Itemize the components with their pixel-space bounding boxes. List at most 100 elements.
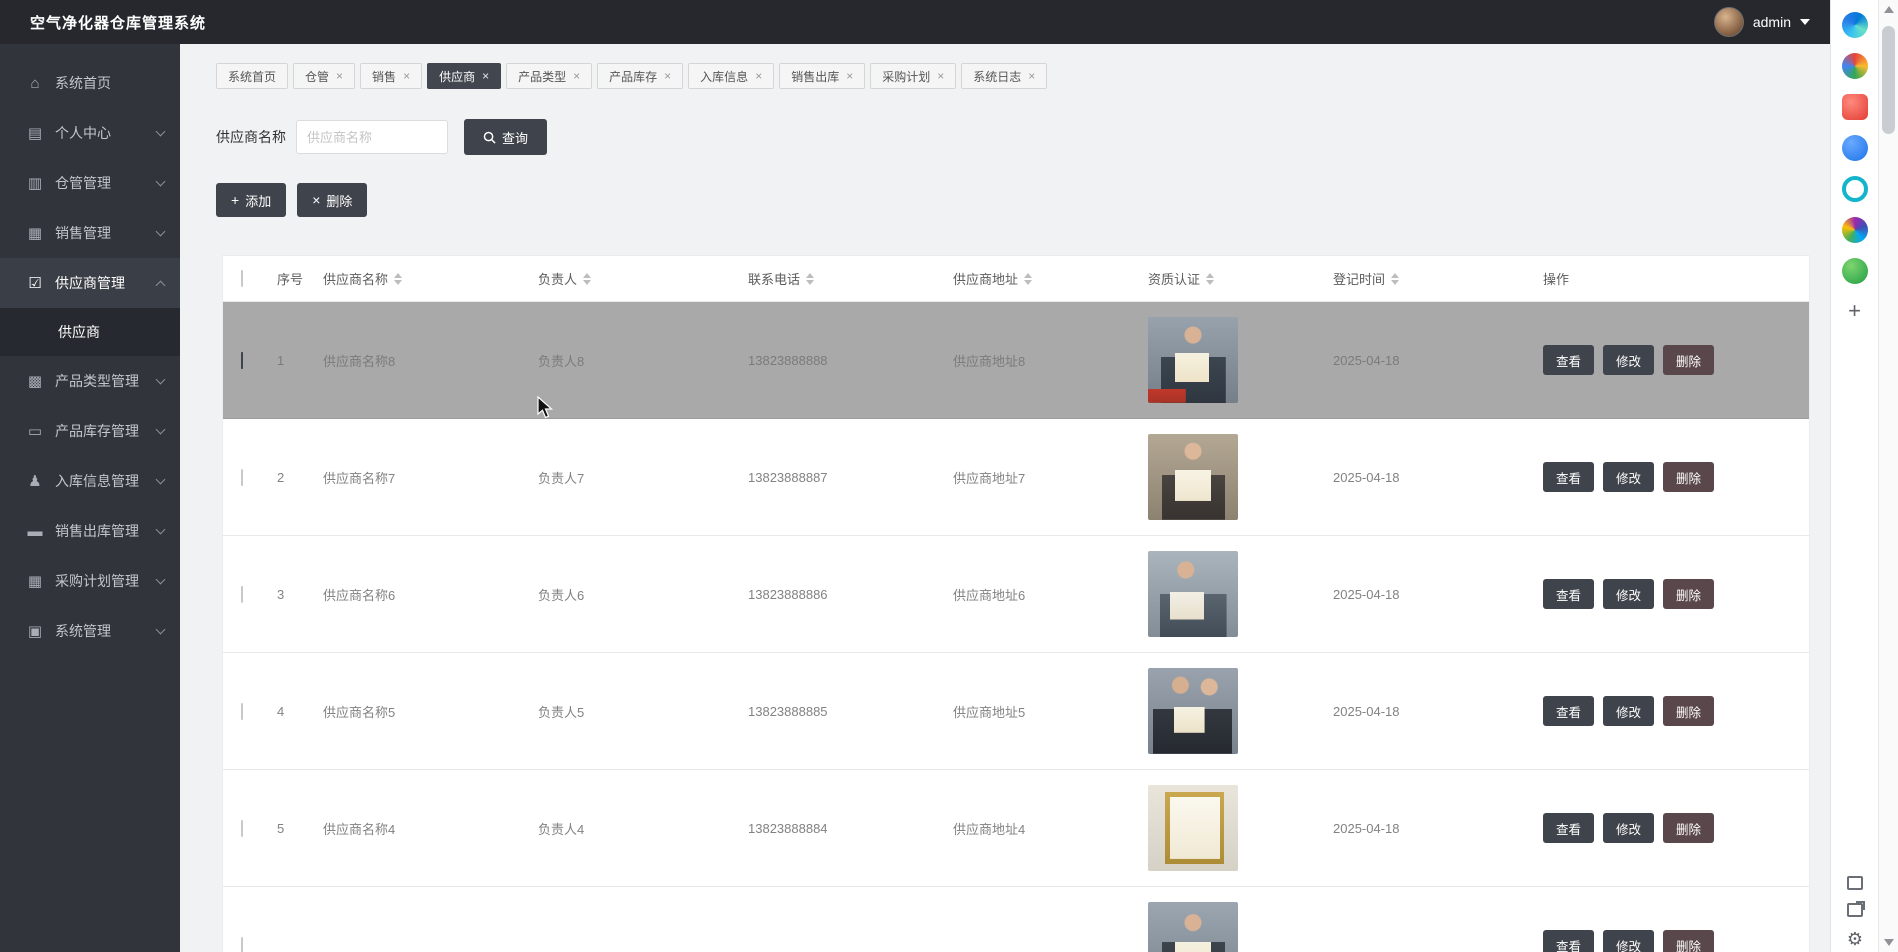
certificate-photo[interactable] [1148,902,1238,952]
tab-home[interactable]: 系统首页 [216,63,289,89]
sidebar-item-inbound-info[interactable]: ♟ 入库信息管理 [0,456,180,506]
tab-product-type[interactable]: 产品类型 × [506,63,593,89]
scrollbar-thumb[interactable] [1882,26,1895,134]
column-header-certificate[interactable]: 资质认证 [1146,269,1331,288]
close-icon[interactable]: × [482,70,489,82]
certificate-photo[interactable] [1148,785,1238,871]
open-external-icon[interactable] [1847,901,1865,917]
certificate-photo[interactable] [1148,668,1238,754]
row-delete-button[interactable]: 删除 [1663,462,1715,492]
browser-app-icon[interactable] [1841,94,1868,120]
supplier-name: 供应商名称7 [323,470,396,486]
edit-button[interactable]: 修改 [1603,696,1655,726]
delete-button[interactable]: × 删除 [297,183,368,217]
sidebar-item-product-stock[interactable]: ▭ 产品库存管理 [0,406,180,456]
table-row: 3 供应商名称6 负责人6 13823888886 供应商地址6 2025-04… [223,536,1809,653]
sidebar-item-supplier-management[interactable]: ☑ 供应商管理 [0,258,180,308]
sidebar-item-sales-outbound[interactable]: ▬ 销售出库管理 [0,506,180,556]
sidebar-item-home[interactable]: ⌂ 系统首页 [0,58,180,108]
tab-system-log[interactable]: 系统日志 × [961,63,1048,89]
certificate-photo[interactable] [1148,317,1238,403]
view-button[interactable]: 查看 [1543,696,1595,726]
toolbar: + 添加 × 删除 [216,183,1830,217]
search-form: 供应商名称 查询 [216,119,1830,155]
username: admin [1752,14,1791,30]
sidebar-subitem-supplier[interactable]: 供应商 [0,308,180,356]
certificate-photo[interactable] [1148,551,1238,637]
browser-app-icon[interactable] [1841,258,1868,284]
view-button[interactable]: 查看 [1543,579,1595,609]
chevron-down-icon [155,424,166,435]
close-icon[interactable]: × [336,70,343,82]
view-button[interactable]: 查看 [1543,345,1595,375]
browser-app-icon[interactable] [1841,176,1868,202]
row-checkbox[interactable] [241,468,243,486]
settings-gear-icon[interactable]: ⚙ [1847,930,1863,948]
window-icon[interactable] [1847,876,1863,890]
tab-product-stock[interactable]: 产品库存 × [597,63,684,89]
sidebar-item-product-type[interactable]: ▩ 产品类型管理 [0,356,180,406]
view-button[interactable]: 查看 [1543,930,1595,952]
tab-sales[interactable]: 销售 × [360,63,423,89]
row-checkbox[interactable] [241,819,243,837]
sidebar-item-warehouse[interactable]: ▥ 仓管管理 [0,158,180,208]
sidebar-item-purchase-plan[interactable]: ▦ 采购计划管理 [0,556,180,606]
close-icon[interactable]: × [846,70,853,82]
edit-button[interactable]: 修改 [1603,462,1655,492]
close-icon[interactable]: × [1028,70,1035,82]
close-icon[interactable]: × [664,70,671,82]
supplier-name: 供应商名称5 [323,704,396,720]
scrollbar[interactable] [1878,0,1898,952]
browser-app-icon[interactable] [1841,135,1868,161]
close-icon[interactable]: × [937,70,944,82]
column-header-phone[interactable]: 联系电话 [746,269,951,288]
user-menu[interactable]: admin [1713,7,1810,37]
manager: 负责人5 [538,704,585,720]
column-header-date[interactable]: 登记时间 [1331,269,1541,288]
row-delete-button[interactable]: 删除 [1663,345,1715,375]
row-checkbox[interactable] [241,702,243,720]
sidebar-item-sales[interactable]: ▦ 销售管理 [0,208,180,258]
browser-app-icon[interactable] [1841,217,1868,243]
column-header-address[interactable]: 供应商地址 [951,269,1146,288]
edit-button[interactable]: 修改 [1603,345,1655,375]
row-checkbox[interactable] [241,351,243,369]
row-delete-button[interactable]: 删除 [1663,696,1715,726]
phone: 13823888884 [748,820,828,836]
row-delete-button[interactable]: 删除 [1663,579,1715,609]
tab-warehouse[interactable]: 仓管 × [293,63,356,89]
sidebar-item-profile[interactable]: ▤ 个人中心 [0,108,180,158]
sidebar-item-system[interactable]: ▣ 系统管理 [0,606,180,656]
browser-app-icon[interactable] [1841,12,1868,38]
close-icon[interactable]: × [403,70,410,82]
search-input[interactable] [296,120,448,154]
edit-button[interactable]: 修改 [1603,579,1655,609]
tab-inbound-info[interactable]: 入库信息 × [688,63,775,89]
view-button[interactable]: 查看 [1543,813,1595,843]
row-checkbox[interactable] [241,936,243,952]
edit-button[interactable]: 修改 [1603,930,1655,952]
close-icon[interactable]: × [573,70,580,82]
row-delete-button[interactable]: 删除 [1663,813,1715,843]
row-checkbox[interactable] [241,585,243,603]
row-delete-button[interactable]: 删除 [1663,930,1715,952]
warehouse-icon: ▥ [27,175,43,192]
scroll-up-arrow-icon[interactable] [1884,6,1894,13]
purchase-plan-icon: ▦ [27,573,43,590]
tab-sales-outbound[interactable]: 销售出库 × [779,63,866,89]
column-header-manager[interactable]: 负责人 [536,269,746,288]
select-all-checkbox[interactable] [241,270,243,287]
browser-app-icon[interactable] [1841,53,1868,79]
close-icon[interactable]: × [755,70,762,82]
view-button[interactable]: 查看 [1543,462,1595,492]
edit-button[interactable]: 修改 [1603,813,1655,843]
scroll-down-arrow-icon[interactable] [1884,939,1894,946]
certificate-photo[interactable] [1148,434,1238,520]
tab-purchase-plan[interactable]: 采购计划 × [870,63,957,89]
tab-supplier[interactable]: 供应商 × [427,63,502,89]
add-button[interactable]: + 添加 [216,183,287,217]
column-header-name[interactable]: 供应商名称 [321,269,536,288]
supplier-name: 供应商名称6 [323,587,396,603]
query-button[interactable]: 查询 [464,119,548,155]
add-icon[interactable]: + [1841,299,1868,325]
